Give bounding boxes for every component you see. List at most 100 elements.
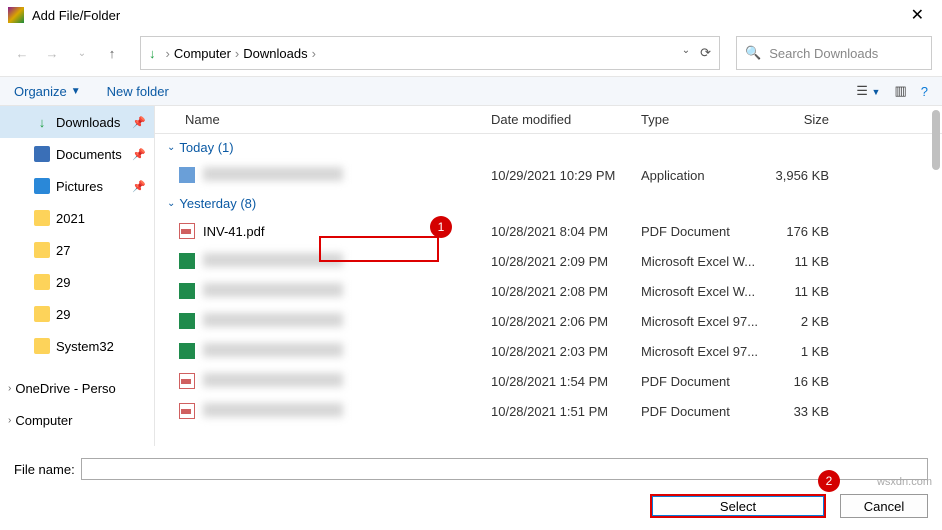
group-yesterday[interactable]: ⌄ Yesterday (8) (155, 190, 942, 216)
col-name[interactable]: Name (155, 112, 491, 127)
filename-input[interactable] (81, 458, 928, 480)
folder-icon (34, 242, 50, 258)
xls-icon (179, 343, 195, 359)
file-name (203, 253, 491, 270)
folder-icon (34, 338, 50, 354)
chevron-right-icon: › (231, 46, 243, 61)
file-size: 176 KB (759, 224, 849, 239)
sidebar-item-label: System32 (56, 339, 114, 354)
sidebar-item-2021[interactable]: 2021 (0, 202, 154, 234)
filename-label: File name: (14, 462, 75, 477)
sidebar-item-29[interactable]: 29 (0, 266, 154, 298)
select-button[interactable]: Select (650, 494, 826, 518)
recent-dropdown[interactable]: ⌄ (70, 41, 94, 65)
preview-pane-icon[interactable]: ▥ (894, 83, 906, 99)
organize-button[interactable]: Organize▼ (14, 84, 81, 99)
sidebar-item-label: Pictures (56, 179, 103, 194)
file-row[interactable]: 10/28/2021 2:08 PMMicrosoft Excel W...11… (155, 276, 942, 306)
pdf-icon (179, 223, 195, 239)
scrollbar[interactable] (930, 106, 942, 446)
pdf-icon (179, 403, 195, 419)
address-dropdown[interactable]: ⌄ (682, 45, 690, 61)
bottom-panel: File name: Select Cancel 2 wsxdn.com (0, 448, 942, 530)
file-size: 33 KB (759, 404, 849, 419)
chevron-right-icon: › (8, 383, 11, 394)
folder-icon (34, 306, 50, 322)
download-icon: ↓ (149, 46, 156, 61)
sidebar-group-label: OneDrive - Perso (15, 381, 115, 396)
search-input[interactable]: 🔍 Search Downloads (736, 36, 932, 70)
file-date: 10/28/2021 1:54 PM (491, 374, 641, 389)
search-icon: 🔍 (745, 45, 761, 61)
watermark: wsxdn.com (877, 476, 932, 488)
file-type: Application (641, 168, 759, 183)
file-size: 11 KB (759, 254, 849, 269)
file-name (203, 167, 491, 184)
folder-icon (34, 274, 50, 290)
pic-icon (34, 178, 50, 194)
file-row[interactable]: 10/28/2021 2:09 PMMicrosoft Excel W...11… (155, 246, 942, 276)
file-type: PDF Document (641, 404, 759, 419)
file-size: 2 KB (759, 314, 849, 329)
breadcrumb-current[interactable]: Downloads (243, 46, 307, 61)
group-today[interactable]: ⌄ Today (1) (155, 134, 942, 160)
cancel-button[interactable]: Cancel (840, 494, 928, 518)
sidebar-item-documents[interactable]: Documents📌 (0, 138, 154, 170)
file-type: Microsoft Excel W... (641, 254, 759, 269)
column-headers[interactable]: Name Date modified Type Size (155, 106, 942, 134)
doc-icon (34, 146, 50, 162)
col-size[interactable]: Size (759, 112, 849, 127)
file-type: Microsoft Excel W... (641, 284, 759, 299)
sidebar-item-27[interactable]: 27 (0, 234, 154, 266)
new-folder-button[interactable]: New folder (107, 84, 169, 99)
up-button[interactable]: ↑ (100, 41, 124, 65)
col-date[interactable]: Date modified (491, 112, 641, 127)
file-size: 3,956 KB (759, 168, 849, 183)
address-bar[interactable]: ↓ › Computer › Downloads › ⌄ ⟳ (140, 36, 720, 70)
close-button[interactable]: ✕ (901, 5, 934, 25)
file-type: PDF Document (641, 374, 759, 389)
file-row[interactable]: 10/28/2021 2:06 PMMicrosoft Excel 97...2… (155, 306, 942, 336)
chevron-down-icon: ⌄ (167, 198, 175, 209)
file-date: 10/28/2021 2:09 PM (491, 254, 641, 269)
col-type[interactable]: Type (641, 112, 759, 127)
sidebar: ↓Downloads📌Documents📌Pictures📌2021 27 29 29… (0, 106, 154, 446)
file-row[interactable]: 10/28/2021 2:03 PMMicrosoft Excel 97...1… (155, 336, 942, 366)
file-date: 10/28/2021 8:04 PM (491, 224, 641, 239)
sidebar-group-computer[interactable]: ›Computer (0, 404, 154, 436)
file-date: 10/28/2021 1:51 PM (491, 404, 641, 419)
sidebar-item-downloads[interactable]: ↓Downloads📌 (0, 106, 154, 138)
file-size: 1 KB (759, 344, 849, 359)
file-date: 10/28/2021 2:03 PM (491, 344, 641, 359)
breadcrumb-root[interactable]: Computer (174, 46, 231, 61)
forward-button[interactable]: → (40, 41, 64, 65)
file-row[interactable]: 10/28/2021 1:51 PMPDF Document33 KB (155, 396, 942, 426)
file-row[interactable]: 10/28/2021 1:54 PMPDF Document16 KB (155, 366, 942, 396)
sidebar-item-label: Documents (56, 147, 122, 162)
sidebar-item-system32[interactable]: System32 (0, 330, 154, 362)
sidebar-group-label: Computer (15, 413, 72, 428)
sidebar-group-onedriveperso[interactable]: › OneDrive - Perso (0, 372, 154, 404)
sidebar-item-label: 27 (56, 243, 70, 258)
file-name (203, 283, 491, 300)
file-name (203, 343, 491, 360)
file-type: PDF Document (641, 224, 759, 239)
xls-icon (179, 283, 195, 299)
chevron-right-icon: › (308, 46, 320, 61)
sidebar-item-pictures[interactable]: Pictures📌 (0, 170, 154, 202)
xls-icon (179, 313, 195, 329)
file-name (203, 403, 491, 420)
sidebar-item-label: 29 (56, 307, 70, 322)
file-date: 10/28/2021 2:06 PM (491, 314, 641, 329)
file-row[interactable]: 10/29/2021 10:29 PMApplication3,956 KB (155, 160, 942, 190)
sidebar-item-29[interactable]: 29 (0, 298, 154, 330)
sidebar-item-label: 29 (56, 275, 70, 290)
file-row[interactable]: INV-41.pdf10/28/2021 8:04 PMPDF Document… (155, 216, 942, 246)
view-list-icon[interactable]: ☰ ▼ (856, 83, 880, 99)
back-button[interactable]: ← (10, 41, 34, 65)
file-date: 10/28/2021 2:08 PM (491, 284, 641, 299)
dl-icon: ↓ (34, 114, 50, 130)
file-size: 16 KB (759, 374, 849, 389)
help-icon[interactable]: ? (921, 84, 928, 99)
refresh-button[interactable]: ⟳ (700, 45, 711, 61)
